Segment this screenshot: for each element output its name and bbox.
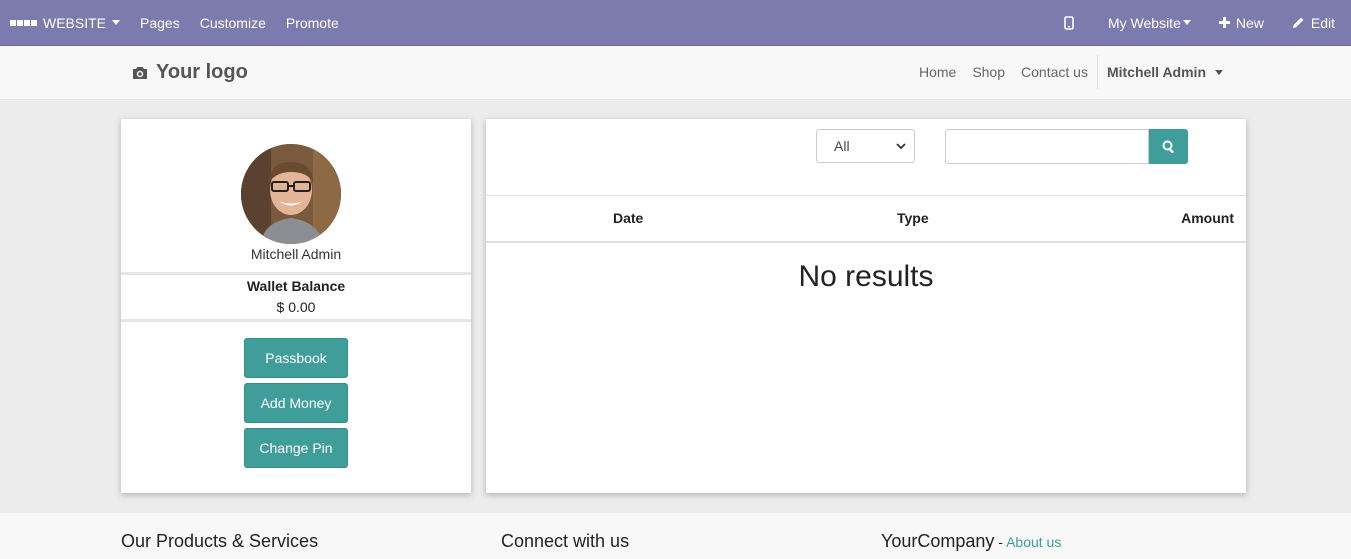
- wallet-balance-title: Wallet Balance: [246, 278, 346, 294]
- pencil-icon: [1292, 16, 1305, 29]
- new-button[interactable]: New: [1209, 0, 1282, 45]
- company-name: YourCompany: [881, 531, 995, 551]
- avatar: [241, 144, 341, 244]
- profile-name: Mitchell Admin: [250, 246, 342, 262]
- add-money-button[interactable]: Add Money: [244, 383, 348, 423]
- site-footer: Our Products & Services Connect with us …: [0, 513, 1351, 559]
- menu-customize[interactable]: Customize: [190, 0, 276, 45]
- type-filter-select[interactable]: All: [816, 129, 915, 163]
- nav-divider: [1096, 55, 1098, 89]
- menu-promote[interactable]: Promote: [276, 0, 349, 45]
- camera-icon: [131, 65, 149, 81]
- table-header-border-top: [486, 195, 1246, 196]
- nav-home[interactable]: Home: [911, 64, 964, 80]
- mobile-preview-button[interactable]: [1054, 0, 1098, 45]
- transactions-card: All Date Type Amount No results: [486, 119, 1246, 493]
- main-nav: Home Shop Contact us Mitchell Admin: [911, 46, 1223, 98]
- change-pin-button[interactable]: Change Pin: [244, 428, 348, 468]
- site-logo[interactable]: Your logo: [131, 61, 248, 84]
- nav-contact-us[interactable]: Contact us: [1013, 64, 1096, 80]
- chevron-down-icon: [896, 142, 906, 150]
- table-header-border-bottom: [486, 241, 1246, 243]
- app-label: WEBSITE: [43, 14, 107, 31]
- caret-down-icon: [1182, 20, 1191, 25]
- footer-company-heading: YourCompany - About us: [881, 531, 1061, 552]
- menu-pages[interactable]: Pages: [130, 0, 190, 45]
- user-menu[interactable]: Mitchell Admin: [1102, 64, 1223, 80]
- website-selector[interactable]: My Website: [1098, 0, 1209, 45]
- caret-down-icon: [112, 20, 121, 25]
- apps-grid-icon: [10, 19, 37, 26]
- caret-down-icon: [1215, 69, 1223, 75]
- edit-label: Edit: [1310, 14, 1335, 31]
- search-button[interactable]: [1149, 129, 1188, 164]
- passbook-button[interactable]: Passbook: [244, 338, 348, 378]
- about-us-link[interactable]: About us: [1006, 534, 1061, 550]
- column-header-date: Date: [613, 210, 644, 226]
- website-selector-label: My Website: [1107, 14, 1181, 31]
- new-label: New: [1235, 14, 1264, 31]
- plus-icon: [1218, 17, 1230, 28]
- divider: [121, 272, 471, 275]
- nav-shop[interactable]: Shop: [964, 64, 1013, 80]
- column-header-amount: Amount: [1181, 210, 1234, 226]
- site-header: Your logo Home Shop Contact us Mitchell …: [0, 46, 1351, 100]
- divider: [121, 319, 471, 322]
- app-switcher[interactable]: WEBSITE: [0, 0, 130, 45]
- mobile-icon: [1064, 15, 1074, 30]
- edit-button[interactable]: Edit: [1282, 0, 1351, 45]
- admin-bar: WEBSITE Pages Customize Promote My Websi…: [0, 0, 1351, 46]
- wallet-balance-amount: $ 0.00: [276, 299, 316, 315]
- search-input[interactable]: [945, 129, 1149, 164]
- profile-card: Mitchell Admin Wallet Balance $ 0.00 Pas…: [121, 119, 471, 493]
- column-header-type: Type: [897, 210, 929, 226]
- company-separator: -: [994, 534, 1007, 550]
- user-menu-label: Mitchell Admin: [1106, 64, 1206, 80]
- type-filter-value: All: [834, 138, 850, 154]
- logo-text: Your logo: [156, 61, 248, 83]
- footer-products-heading: Our Products & Services: [121, 531, 319, 551]
- empty-state-message: No results: [798, 260, 934, 293]
- search-icon: [1162, 140, 1175, 153]
- footer-connect-heading: Connect with us: [501, 531, 630, 551]
